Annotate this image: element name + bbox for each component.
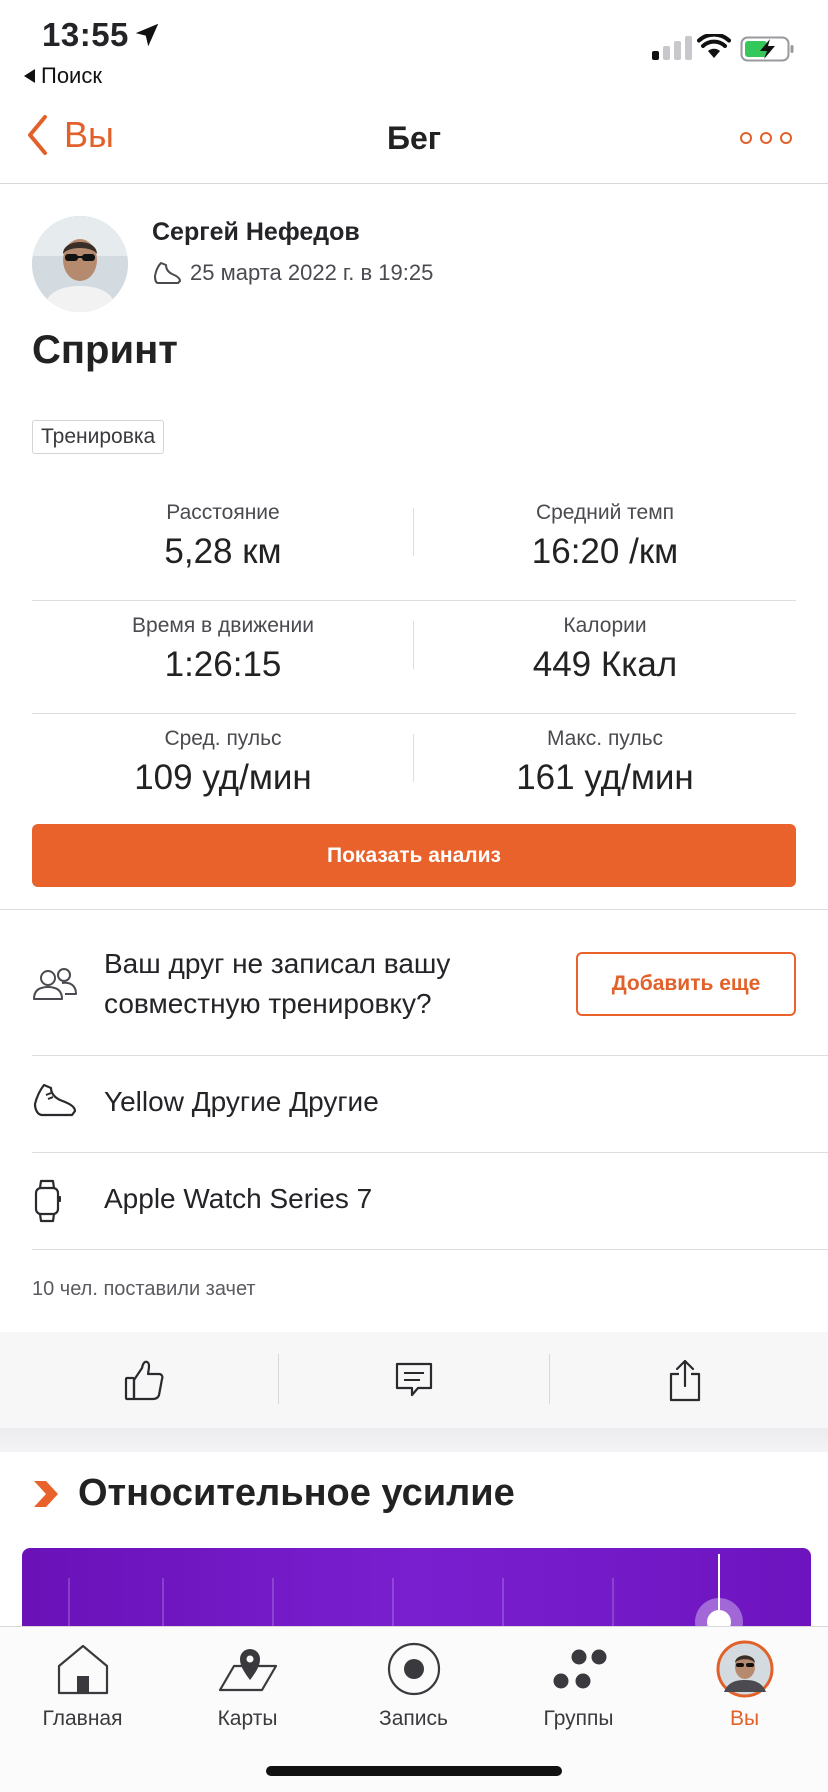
stat-value: 5,28 км (164, 532, 282, 571)
chart-gridline (612, 1578, 614, 1628)
thumbs-up-icon (124, 1360, 164, 1401)
shoes-name: Yellow Другие Другие (104, 1086, 379, 1117)
chart-gridline (272, 1578, 274, 1628)
gear-shoes-row[interactable]: Yellow Другие Другие (0, 1056, 828, 1152)
stat-label: Средний темп (535, 501, 675, 524)
tab-label: Главная (42, 1707, 123, 1730)
map-icon (218, 1649, 277, 1692)
stat-value: 1:26:15 (164, 645, 282, 684)
comment-button[interactable] (278, 1332, 550, 1428)
wifi-icon (697, 34, 731, 58)
avatar-photo (32, 216, 128, 312)
athlete-name[interactable]: Сергей Нефедов (152, 218, 360, 247)
group-people-icon (33, 968, 77, 1000)
shoe-icon (154, 262, 181, 284)
stats-row: Сред. пульс 109 уд/мин Макс. пульс 161 у… (32, 714, 796, 827)
stats-row: Расстояние 5,28 км Средний темп 16:20 /к… (32, 488, 796, 601)
stat-label: Расстояние (166, 501, 280, 524)
device-row[interactable]: Apple Watch Series 7 (0, 1153, 828, 1249)
kudos-count[interactable]: 10 чел. поставили зачет (32, 1278, 256, 1301)
avatar-icon (716, 1640, 773, 1698)
stat-value: 16:20 /км (531, 532, 679, 571)
activity-date: 25 марта 2022 г. в 19:25 (190, 260, 434, 285)
activity-meta: 25 марта 2022 г. в 19:25 (152, 260, 433, 286)
tab-label: Карты (217, 1707, 278, 1730)
nav-bar: Вы Бег (0, 92, 828, 184)
stats-grid: Расстояние 5,28 км Средний темп 16:20 /к… (32, 488, 796, 827)
more-dot-icon (740, 132, 752, 144)
athlete-avatar[interactable] (32, 216, 128, 312)
stat-value: 161 уд/мин (516, 758, 694, 797)
page-title: Бег (386, 120, 442, 156)
comment-icon (395, 1362, 433, 1397)
workout-type-badge: Тренировка (32, 420, 165, 454)
section-gap (0, 1428, 828, 1452)
relative-effort-header: Относительное усилие (32, 1472, 515, 1515)
add-friend-row: Ваш друг не записал вашу совместную трен… (0, 910, 828, 1055)
share-icon (669, 1359, 701, 1402)
activity-title: Спринт (32, 328, 178, 372)
share-button[interactable] (549, 1332, 821, 1428)
stat-label: Калории (563, 614, 647, 637)
chevron-arrow-icon (34, 1480, 58, 1507)
divider (32, 1249, 828, 1250)
home-indicator (266, 1766, 562, 1776)
stat-value: 109 уд/мин (134, 758, 312, 797)
back-to-app-link[interactable]: Поиск (24, 63, 102, 89)
chart-current-point (695, 1598, 743, 1628)
groups-icon (553, 1649, 606, 1689)
friend-prompt-text: Ваш друг не записал вашу совместную трен… (104, 948, 451, 1019)
tab-label: Группы (543, 1707, 614, 1730)
status-time: 13:55 (42, 16, 129, 53)
shoe-icon (33, 1083, 77, 1117)
chart-gridline (392, 1578, 394, 1628)
chart-gridline (502, 1578, 504, 1628)
more-dot-icon (760, 132, 772, 144)
device-name: Apple Watch Series 7 (104, 1183, 373, 1214)
chart-gridline (68, 1578, 70, 1628)
stat-distance: Расстояние 5,28 км (32, 498, 414, 574)
stat-label: Время в движении (132, 614, 314, 637)
back-app-label: Поиск (41, 63, 102, 88)
tab-groups[interactable]: Группы (496, 1627, 661, 1747)
cellular-signal-icon (652, 36, 692, 60)
tab-label: Запись (379, 1707, 448, 1730)
tab-label: Вы (729, 1707, 760, 1730)
more-dot-icon (780, 132, 792, 144)
stat-max-heart-rate: Макс. пульс 161 уд/мин (414, 724, 796, 800)
home-icon (57, 1644, 108, 1695)
battery-charging-icon (740, 36, 794, 62)
record-icon (387, 1642, 440, 1696)
location-arrow-icon (135, 23, 159, 47)
relative-effort-chart[interactable] (22, 1548, 811, 1628)
stat-label: Макс. пульс (546, 727, 664, 750)
status-bar: 13:55 Поиск (0, 0, 828, 92)
tab-home[interactable]: Главная (0, 1627, 165, 1747)
tab-record[interactable]: Запись (331, 1627, 496, 1747)
stat-moving-time: Время в движении 1:26:15 (32, 611, 414, 687)
tab-you[interactable]: Вы (662, 1627, 827, 1747)
relative-effort-title: Относительное усилие (78, 1472, 515, 1514)
stat-label: Сред. пульс (164, 727, 282, 750)
kudos-button[interactable] (8, 1332, 280, 1428)
tab-maps[interactable]: Карты (165, 1627, 330, 1747)
stat-avg-pace: Средний темп 16:20 /км (414, 498, 796, 574)
more-options-button[interactable] (740, 132, 792, 144)
chart-gridline (162, 1578, 164, 1628)
show-analysis-button[interactable]: Показать анализ (32, 824, 796, 887)
stat-calories: Калории 449 Ккал (414, 611, 796, 687)
action-bar (0, 1332, 828, 1428)
add-more-button[interactable]: Добавить еще (576, 952, 796, 1016)
stat-avg-heart-rate: Сред. пульс 109 уд/мин (32, 724, 414, 800)
stats-row: Время в движении 1:26:15 Калории 449 Кка… (32, 601, 796, 714)
back-triangle-icon (24, 69, 35, 83)
watch-icon (34, 1179, 61, 1223)
stat-value: 449 Ккал (532, 645, 678, 684)
